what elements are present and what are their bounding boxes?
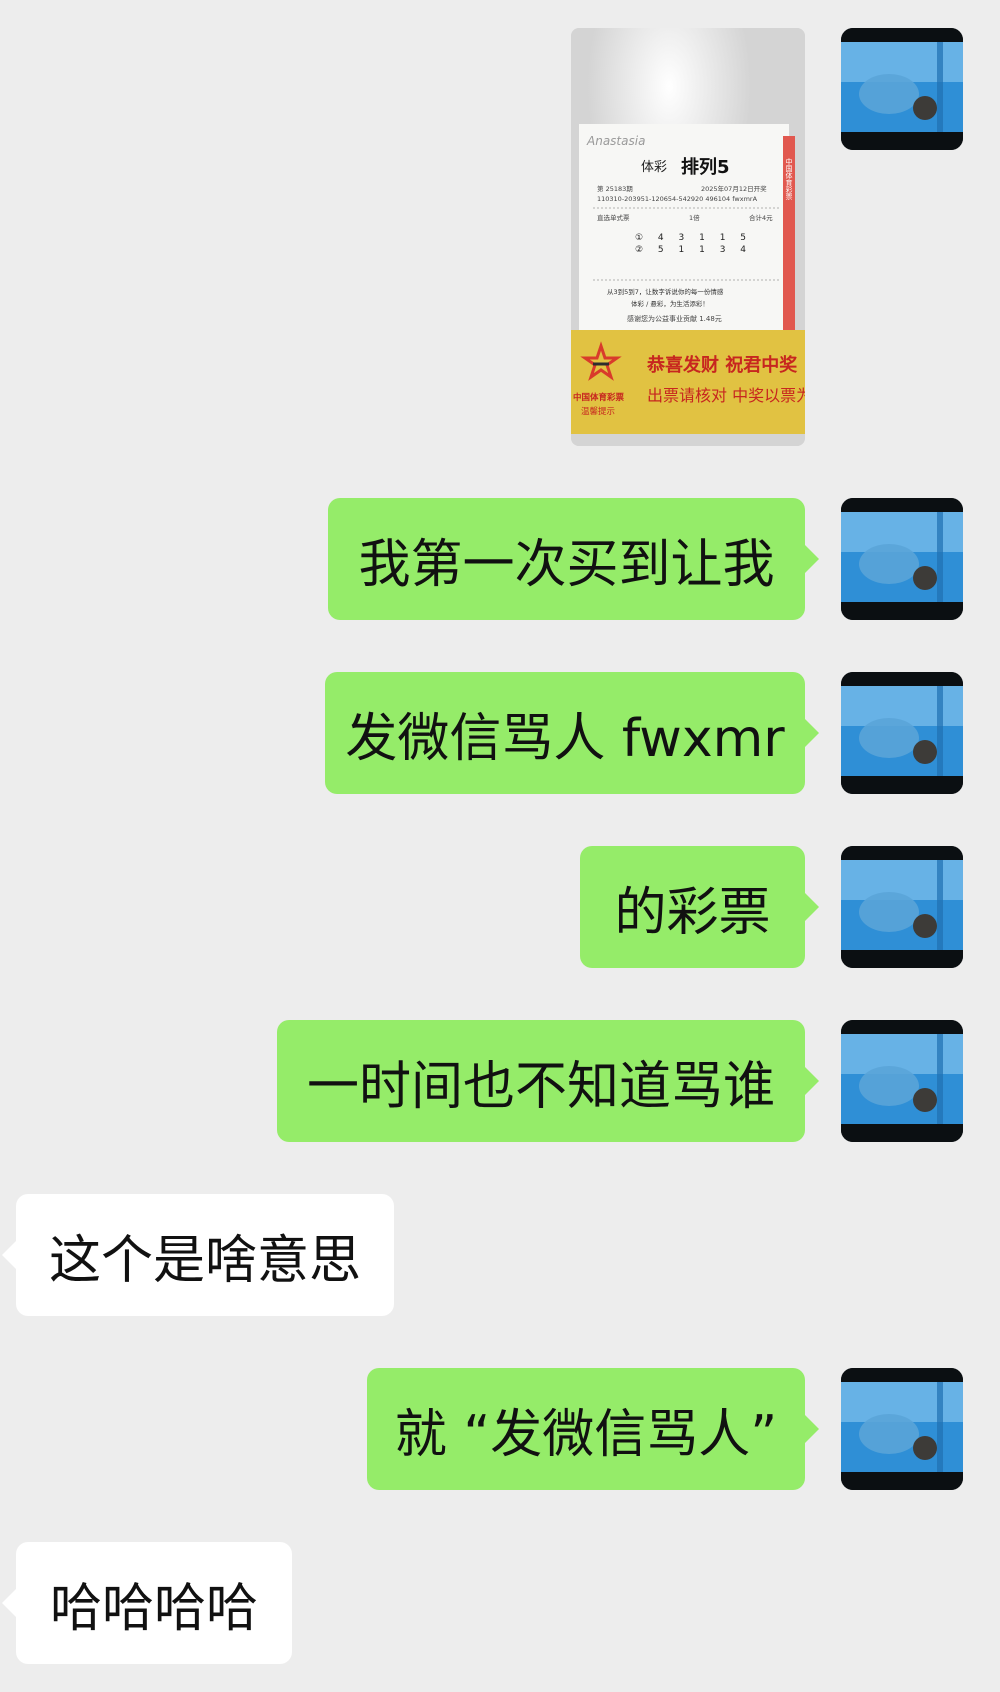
ticket-multiple: 1倍 [689, 213, 700, 222]
ticket-slogan-1: 从3到5到7，让数字诉说你的每一份情感 [607, 287, 724, 296]
ticket-slogan-2: 体彩 / 悬彩，为生活添彩！ [631, 299, 709, 308]
ticket-numbers-line1: ① 4 3 1 1 5 [635, 233, 752, 243]
ticket-signature: Anastasia [586, 134, 645, 148]
message-bubble[interactable]: 这个是啥意思 [2, 1194, 394, 1316]
avatar[interactable] [841, 28, 963, 150]
ticket-serial: 110310-203951-120654-542920 496104 fwxmr… [597, 195, 758, 203]
ticket-play-type: 直选单式票 [597, 213, 630, 222]
message-bubble[interactable]: 哈哈哈哈 [2, 1542, 292, 1664]
avatar[interactable] [841, 1368, 963, 1490]
avatar[interactable] [841, 1020, 963, 1142]
avatar[interactable] [841, 846, 963, 968]
avatar[interactable] [841, 672, 963, 794]
ticket-side-text: 中国体育彩票 [785, 157, 793, 200]
message-bubble[interactable]: 我第一次买到让我 [328, 498, 819, 620]
ticket-brand: 体彩 [641, 160, 667, 175]
ticket-numbers-line2: ② 5 1 1 3 4 [635, 245, 752, 255]
ticket-date: 2025年07月12日开奖 [701, 184, 767, 193]
lottery-ticket-photo[interactable]: 中国体育彩票 Anastasia 体彩 排列5 第 25183期 2025年07… [571, 28, 805, 446]
ticket-banner-line2: 出票请核对 中奖以票为凭 [647, 386, 805, 405]
ticket-org-note: 温馨提示 [581, 406, 615, 417]
avatar[interactable] [841, 498, 963, 620]
ticket-total: 合计4元 [749, 213, 773, 222]
ticket-org: 中国体育彩票 [573, 392, 625, 403]
ticket-game: 排列5 [681, 156, 730, 178]
message-bubble[interactable]: 发微信骂人 fwxmr [325, 672, 819, 794]
ticket-banner-line1: 恭喜发财 祝君中奖 [646, 354, 798, 376]
message-bubble[interactable]: 就 “发微信骂人” [367, 1368, 819, 1490]
ticket-donation: 感谢您为公益事业贡献 1.48元 [627, 314, 722, 323]
message-bubble[interactable]: 一时间也不知道骂谁 [277, 1020, 819, 1142]
ticket-issue: 第 25183期 [597, 184, 633, 193]
message-bubble[interactable]: 的彩票 [580, 846, 819, 968]
